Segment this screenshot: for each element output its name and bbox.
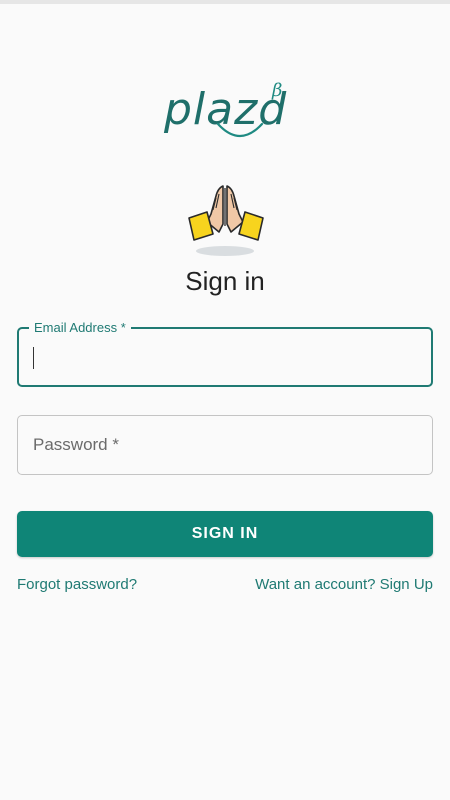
plazd-logo: plazd β (150, 78, 300, 150)
email-label: Email Address * (29, 320, 131, 336)
password-placeholder: Password * (33, 435, 119, 454)
password-field[interactable]: Password * (17, 415, 433, 475)
sign-up-link[interactable]: Want an account? Sign Up (255, 576, 433, 593)
forgot-password-link[interactable]: Forgot password? (17, 576, 137, 593)
logo-smile-icon (216, 122, 264, 138)
email-field[interactable]: Email Address * (17, 320, 433, 387)
sign-in-button[interactable]: SIGN IN (17, 511, 433, 557)
logo-beta-superscript: β (272, 80, 283, 101)
page-title: Sign in (185, 266, 265, 296)
praying-hands-icon (188, 185, 264, 256)
text-caret (33, 347, 34, 369)
status-bar (0, 0, 450, 4)
